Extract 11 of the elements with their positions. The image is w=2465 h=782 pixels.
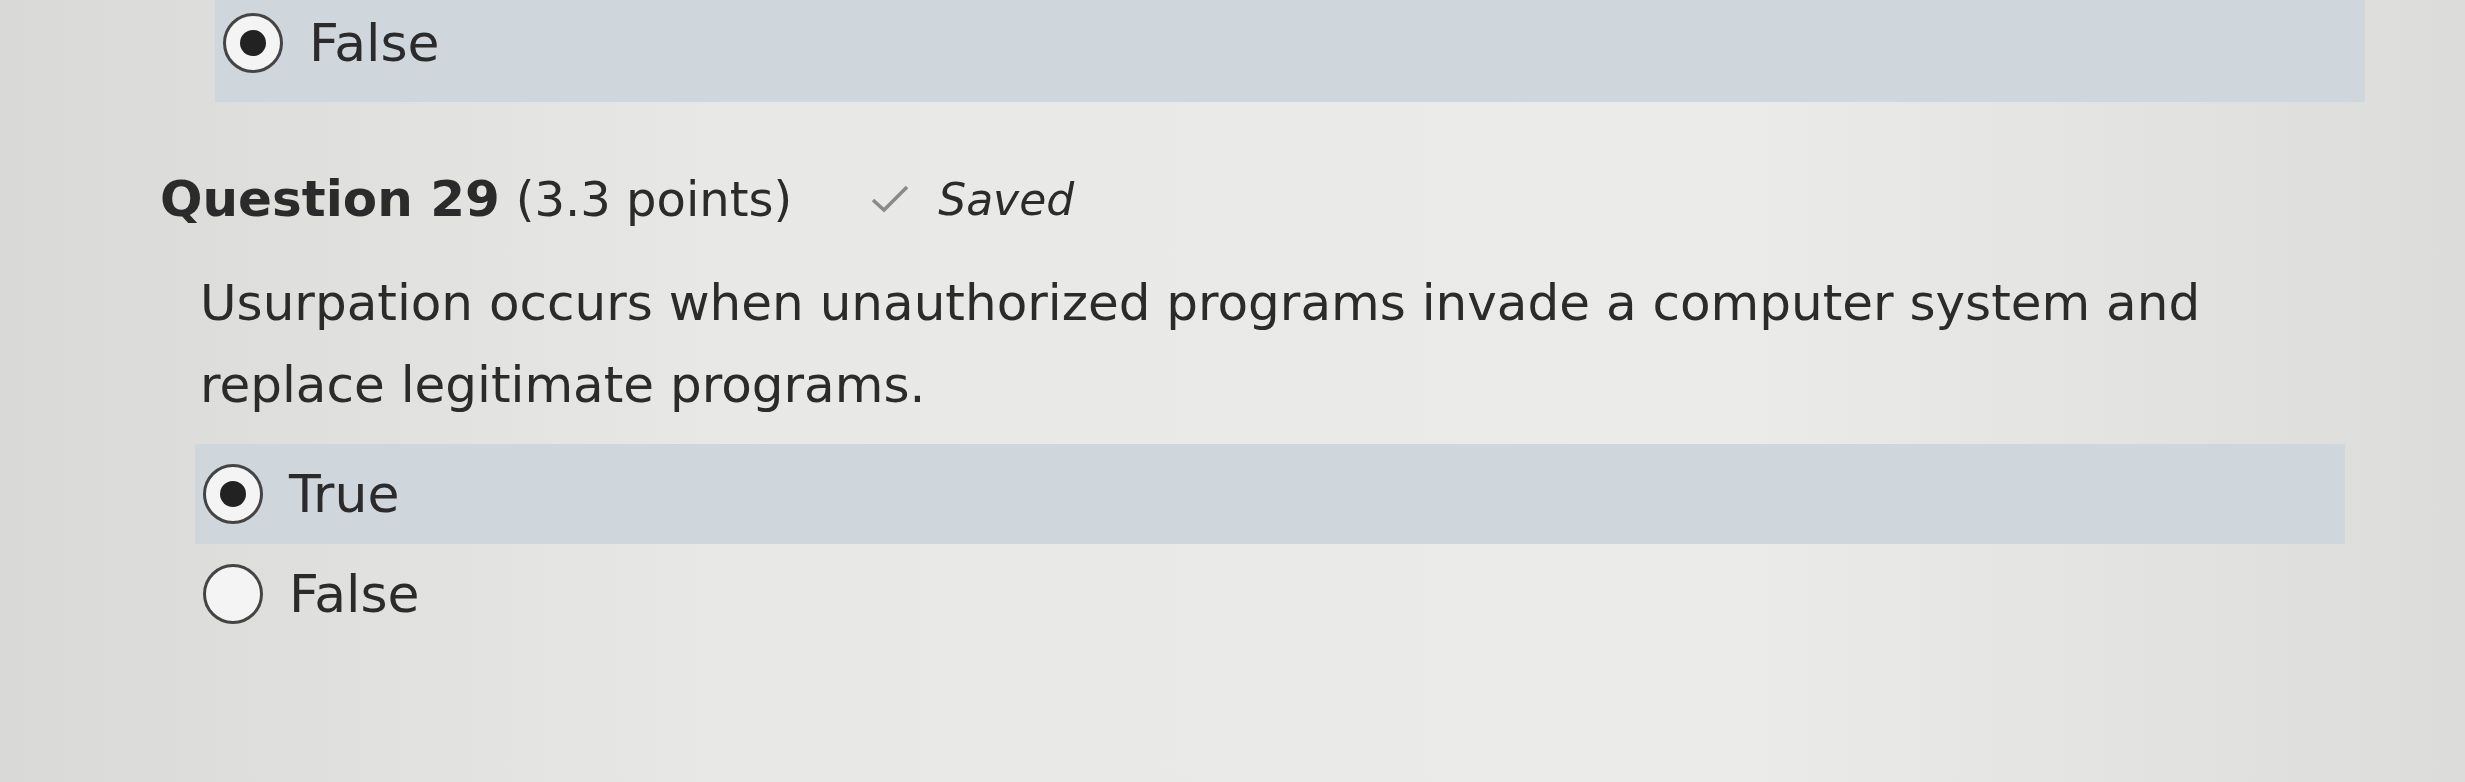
answer-option[interactable]: False — [195, 544, 2345, 644]
question-points: (3.3 points) — [515, 171, 793, 227]
answer-option[interactable]: False — [215, 0, 2365, 102]
radio-button[interactable] — [203, 464, 263, 524]
question-text: Usurpation occurs when unauthorized programs invade a computer system and replace legitimate programs. — [200, 273, 2202, 416]
radio-button[interactable] — [223, 13, 283, 73]
checkmark-icon — [870, 184, 911, 214]
radio-button[interactable] — [203, 564, 263, 624]
question-title: Question 29 — [160, 170, 500, 228]
saved-status: Saved — [938, 173, 1075, 225]
answer-option[interactable]: True — [195, 444, 2345, 544]
